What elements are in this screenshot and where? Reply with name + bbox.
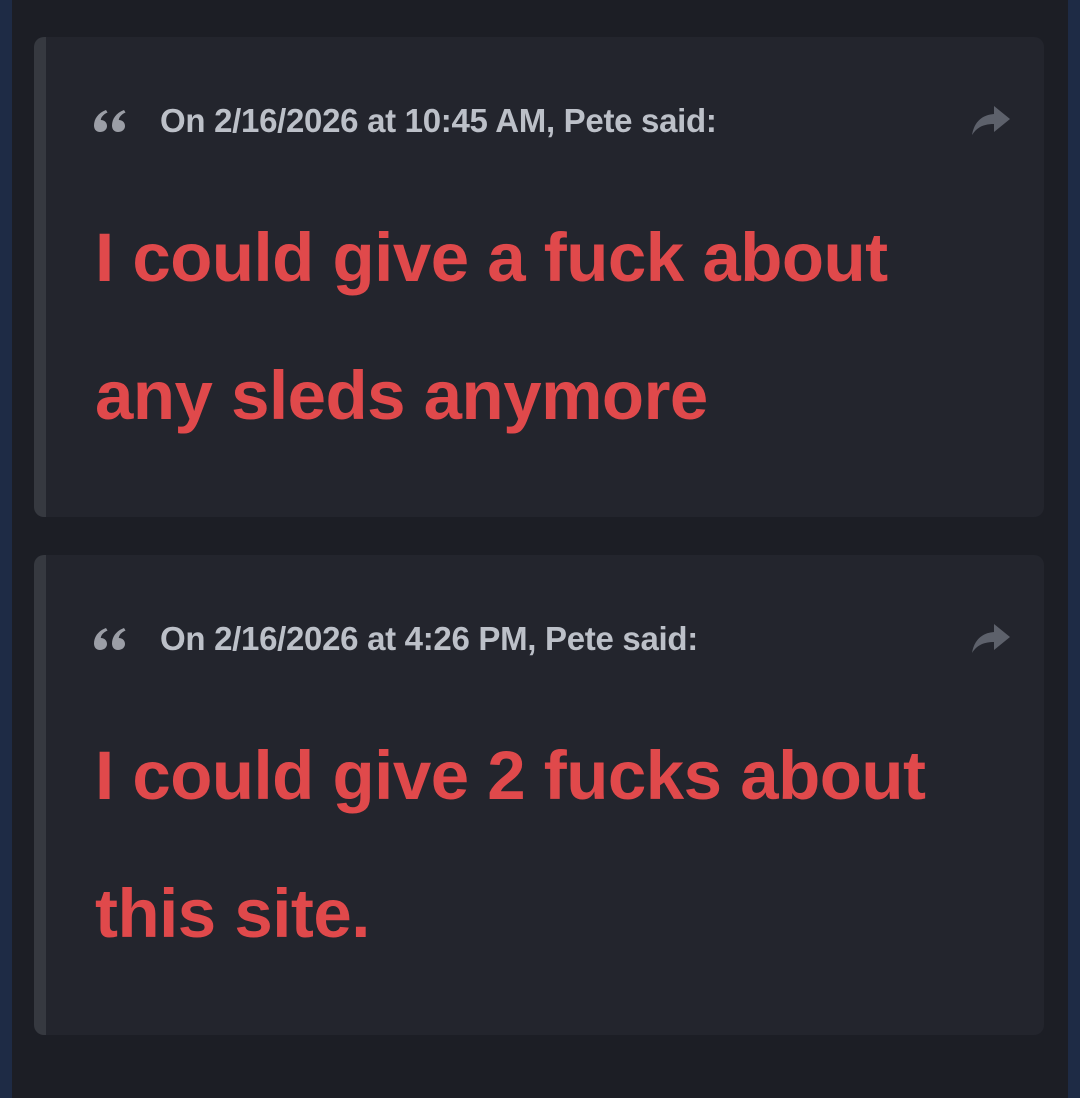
quote-text-line: I could give 2 fucks about xyxy=(95,737,926,814)
quote-text-line: this site. xyxy=(95,875,370,952)
share-arrow-icon[interactable] xyxy=(970,619,1012,659)
quote-content: I could give a fuck about any sleds anym… xyxy=(95,189,1024,465)
quote-left-icon xyxy=(94,627,128,651)
quote-header: On 2/16/2026 at 10:45 AM, Pete said: xyxy=(94,99,1044,143)
blockquote: On 2/16/2026 at 4:26 PM, Pete said: I co… xyxy=(34,555,1044,1035)
quote-citation: On 2/16/2026 at 4:26 PM, Pete said: xyxy=(160,620,698,657)
share-arrow-icon[interactable] xyxy=(970,101,1012,141)
quote-header: On 2/16/2026 at 4:26 PM, Pete said: xyxy=(94,617,1044,661)
quote-text-line: I could give a fuck about xyxy=(95,219,888,296)
quote-content: I could give 2 fucks about this site. xyxy=(95,707,1024,983)
blockquote: On 2/16/2026 at 10:45 AM, Pete said: I c… xyxy=(34,37,1044,517)
quote-left-icon xyxy=(94,109,128,133)
quote-citation: On 2/16/2026 at 10:45 AM, Pete said: xyxy=(160,102,717,139)
quote-text-line: any sleds anymore xyxy=(95,357,708,434)
